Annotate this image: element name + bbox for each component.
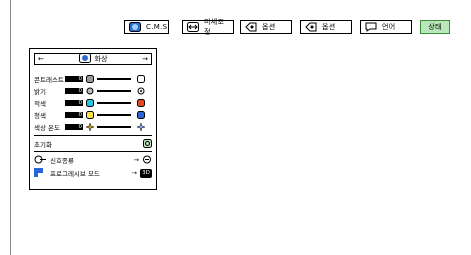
tab-cms-label: C.M.S. [146, 23, 170, 31]
progressive-label: 프로그레시브 모드 [50, 170, 100, 178]
tab-options-2[interactable]: 옵션 [300, 20, 352, 34]
brightness-low-icon [86, 87, 94, 95]
progressive-3d-icon: 3D [140, 168, 152, 178]
blue-slider[interactable] [97, 114, 131, 116]
progressive-icon [34, 167, 46, 179]
row-color-temp[interactable]: 색상 온도 0 [34, 122, 152, 132]
tab-fine-sync-label: 미세조정 [204, 18, 225, 36]
row-contrast[interactable]: 콘트래스트 0 [34, 74, 152, 84]
reset-icon [143, 138, 152, 150]
tab-status[interactable]: 상태 [420, 20, 450, 34]
language-icon [365, 22, 377, 32]
row-red[interactable]: 적색 0 [34, 98, 152, 108]
contrast-value: 0 [65, 76, 83, 82]
tab-options-2-label: 옵션 [322, 23, 336, 31]
tab-language-label: 언어 [382, 23, 396, 31]
color-temp-slider[interactable] [97, 126, 131, 128]
brightness-high-icon [137, 87, 145, 95]
tab-options-1-label: 옵션 [262, 23, 276, 31]
contrast-label: 콘트래스트 [34, 76, 64, 84]
picture-icon [78, 53, 91, 65]
row-progressive-mode[interactable]: 프로그레시브 모드 → 3D [34, 167, 152, 179]
color-temp-value: 0 [65, 124, 83, 130]
panel-title: 화상 [94, 55, 108, 63]
row-signal-type[interactable]: 신호종류 → [34, 154, 152, 166]
tab-status-label: 상태 [428, 23, 442, 31]
signal-type-icon [34, 155, 46, 166]
blue-high-icon [137, 111, 145, 119]
row-reset[interactable]: 초기화 [34, 138, 152, 150]
fine-sync-icon [187, 22, 199, 32]
brightness-slider[interactable] [97, 90, 131, 92]
color-temp-low-icon [86, 123, 94, 131]
panel-header: ← 화상 → [34, 53, 152, 65]
color-temp-label: 색상 온도 [34, 124, 60, 132]
red-low-icon [86, 99, 94, 107]
red-value: 0 [65, 100, 83, 106]
red-high-icon [137, 99, 145, 107]
tab-cms[interactable]: C.M.S. [124, 20, 170, 34]
contrast-high-icon [137, 75, 145, 83]
separator [34, 151, 152, 152]
row-brightness[interactable]: 밝기 0 [34, 86, 152, 96]
brightness-value: 0 [65, 88, 83, 94]
contrast-slider[interactable] [97, 78, 131, 80]
tab-language[interactable]: 언어 [360, 20, 412, 34]
blue-label: 청색 [34, 112, 46, 120]
row-blue[interactable]: 청색 0 [34, 110, 152, 120]
options-icon [245, 22, 257, 32]
signal-type-setting-icon [142, 155, 152, 166]
arrow-right-icon: → [131, 169, 137, 177]
cms-icon [129, 22, 141, 32]
color-temp-high-icon [137, 123, 145, 131]
tab-fine-sync[interactable]: 미세조정 [182, 18, 234, 36]
arrow-right-icon: → [133, 156, 139, 164]
reset-label: 초기화 [34, 141, 52, 149]
blue-low-icon [86, 111, 94, 119]
options-icon [305, 22, 317, 32]
red-label: 적색 [34, 100, 46, 108]
blue-value: 0 [65, 112, 83, 118]
picture-panel: ← 화상 → 콘트래스트 0 밝기 0 적색 0 청색 0 색상 온도 0 초기… [29, 48, 157, 190]
left-arrow-icon[interactable]: ← [38, 55, 44, 63]
signal-type-label: 신호종류 [50, 157, 74, 165]
brightness-label: 밝기 [34, 88, 46, 96]
red-slider[interactable] [97, 102, 131, 104]
right-arrow-icon[interactable]: → [142, 55, 148, 63]
contrast-low-icon [86, 75, 94, 83]
tab-options-1[interactable]: 옵션 [240, 20, 292, 34]
separator [34, 135, 152, 136]
